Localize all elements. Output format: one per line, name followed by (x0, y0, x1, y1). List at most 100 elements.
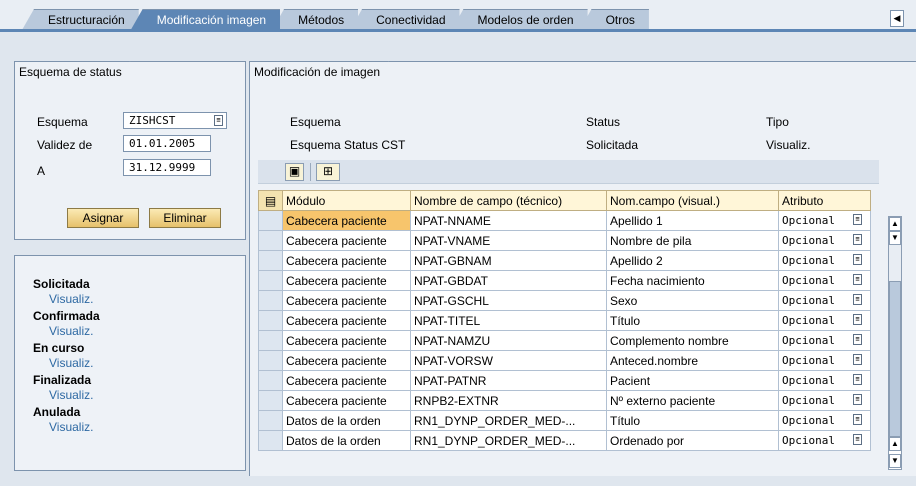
attribute-cell[interactable]: Opcional ≡ (778, 270, 871, 291)
value-help-icon[interactable]: ≡ (853, 334, 862, 345)
valid-to-field[interactable]: 31.12.9999 (123, 159, 211, 176)
cell-text: Opcional (782, 273, 835, 287)
schema-field[interactable]: ZISHCST ≡ (123, 112, 227, 129)
tab-scroll-left-icon[interactable]: ◀ (890, 10, 904, 27)
row-selector[interactable] (258, 270, 283, 291)
value-help-icon[interactable]: ≡ (853, 214, 862, 225)
table-row[interactable]: Cabecera paciente NPAT-NAMZU Complemento n… (258, 330, 871, 351)
status-header-label: Status (586, 115, 621, 129)
table-row[interactable]: Cabecera paciente NPAT-PATNR Pacient Opcion… (258, 370, 871, 391)
attribute-cell[interactable]: Opcional ≡ (778, 330, 871, 351)
value-help-icon[interactable]: ≡ (853, 354, 862, 365)
table-row[interactable]: Cabecera paciente RNPB2-EXTNR Nº externo p… (258, 390, 871, 411)
scroll-up-icon[interactable]: ▲ (889, 217, 901, 231)
attribute-cell[interactable]: Opcional ≡ (778, 210, 871, 231)
tab[interactable]: Otros (579, 9, 649, 30)
visual-name-cell: Anteced.nombre (606, 350, 779, 371)
vertical-scrollbar[interactable]: ▲ ▼ (888, 216, 902, 438)
row-selector[interactable] (258, 430, 283, 451)
column-header[interactable]: Nombre de campo (técnico) (410, 190, 607, 211)
cell-text: Título (610, 313, 641, 328)
value-help-icon[interactable]: ≡ (853, 434, 862, 445)
value-help-icon[interactable]: ≡ (853, 254, 862, 265)
attribute-cell[interactable]: Opcional ≡ (778, 410, 871, 431)
row-selector[interactable] (258, 370, 283, 391)
column-header[interactable]: Módulo (282, 190, 411, 211)
schema-header-value: Esquema Status CST (290, 138, 406, 152)
table-row[interactable]: Cabecera paciente NPAT-GSCHL Sexo Opcional ≡ (258, 290, 871, 311)
attribute-cell[interactable]: Opcional ≡ (778, 370, 871, 391)
value-help-icon[interactable]: ≡ (214, 115, 223, 126)
scroll-down-icon[interactable]: ▼ (889, 454, 901, 468)
row-selector[interactable] (258, 250, 283, 271)
row-selector[interactable] (258, 410, 283, 431)
fields-table: ▤ Módulo Nombre de campo (técnico) Nom.c… (258, 190, 871, 451)
visual-name-cell: Sexo (606, 290, 779, 311)
cell-text: Nº externo paciente (610, 393, 716, 408)
value-help-icon[interactable]: ≡ (853, 374, 862, 385)
select-all-icon[interactable]: ▤ (258, 190, 283, 211)
table-row[interactable]: Datos de la orden RN1_DYNP_ORDER_MED-... T… (258, 410, 871, 431)
table-row[interactable]: Datos de la orden RN1_DYNP_ORDER_MED-... O… (258, 430, 871, 451)
tab[interactable]: Conectividad (350, 9, 460, 30)
binoculars-icon[interactable]: ▣ (285, 163, 304, 181)
module-cell: Cabecera paciente (282, 310, 411, 331)
status-type: Visualiz. (49, 356, 94, 370)
table-row[interactable]: Cabecera paciente NPAT-NNAME Apellido 1 Opc… (258, 210, 871, 231)
value-help-icon[interactable]: ≡ (853, 274, 862, 285)
module-cell: Cabecera paciente (282, 370, 411, 391)
toolbar-separator (310, 163, 311, 181)
value-help-icon[interactable]: ≡ (853, 314, 862, 325)
value-help-icon[interactable]: ≡ (853, 234, 862, 245)
cell-text: Título (610, 413, 641, 428)
valid-from-field[interactable]: 01.01.2005 (123, 135, 211, 152)
attribute-cell[interactable]: Opcional ≡ (778, 230, 871, 251)
row-selector[interactable] (258, 330, 283, 351)
column-header[interactable]: Atributo (778, 190, 871, 211)
table-row[interactable]: Cabecera paciente NPAT-TITEL Título Opciona… (258, 310, 871, 331)
visual-name-cell: Ordenado por (606, 430, 779, 451)
row-selector[interactable] (258, 210, 283, 231)
attribute-cell[interactable]: Opcional ≡ (778, 350, 871, 371)
tab[interactable]: Modificación imagen (130, 9, 281, 30)
tab[interactable]: Modelos de orden (451, 9, 588, 30)
attribute-cell[interactable]: Opcional ≡ (778, 290, 871, 311)
layout-icon[interactable]: ⊞ (316, 163, 340, 181)
row-selector[interactable] (258, 230, 283, 251)
cell-text: Cabecera paciente (286, 253, 387, 268)
table-row[interactable]: Cabecera paciente NPAT-GBNAM Apellido 2 Opc… (258, 250, 871, 271)
cell-text: Cabecera paciente (286, 393, 387, 408)
row-selector[interactable] (258, 290, 283, 311)
row-selector[interactable] (258, 310, 283, 331)
delete-button[interactable]: Eliminar (149, 208, 221, 228)
technical-name-cell: NPAT-PATNR (410, 370, 607, 391)
row-selector[interactable] (258, 390, 283, 411)
assign-button[interactable]: Asignar (67, 208, 139, 228)
module-cell: Cabecera paciente (282, 350, 411, 371)
status-list: Solicitada Visualiz. Confirmada Visualiz. En… (33, 276, 100, 436)
column-header[interactable]: Nom.campo (visual.) (606, 190, 779, 211)
cell-text: NPAT-PATNR (414, 373, 487, 388)
table-row[interactable]: Cabecera paciente NPAT-VORSW Anteced.nombr… (258, 350, 871, 371)
valid-from-label: Validez de (37, 138, 93, 152)
scroll-thumb[interactable] (889, 281, 901, 437)
attribute-cell[interactable]: Opcional ≡ (778, 250, 871, 271)
row-selector[interactable] (258, 350, 283, 371)
scroll-down-icon[interactable]: ▼ (889, 231, 901, 245)
value-help-icon[interactable]: ≡ (853, 414, 862, 425)
table-row[interactable]: Cabecera paciente NPAT-GBDAT Fecha nacimie… (258, 270, 871, 291)
vertical-scrollbar-secondary[interactable]: ▲ ▼ (888, 436, 902, 470)
status-name: En curso (33, 341, 85, 355)
value-help-icon[interactable]: ≡ (853, 294, 862, 305)
status-type: Visualiz. (49, 420, 94, 434)
attribute-cell[interactable]: Opcional ≡ (778, 390, 871, 411)
tab[interactable]: Estructuración (22, 9, 139, 30)
tab[interactable]: Métodos (272, 9, 359, 30)
scroll-up-icon[interactable]: ▲ (889, 437, 901, 451)
technical-name-cell: NPAT-VNAME (410, 230, 607, 251)
attribute-cell[interactable]: Opcional ≡ (778, 430, 871, 451)
attribute-cell[interactable]: Opcional ≡ (778, 310, 871, 331)
cell-text: Opcional (782, 313, 835, 327)
table-row[interactable]: Cabecera paciente NPAT-VNAME Nombre de pil… (258, 230, 871, 251)
value-help-icon[interactable]: ≡ (853, 394, 862, 405)
